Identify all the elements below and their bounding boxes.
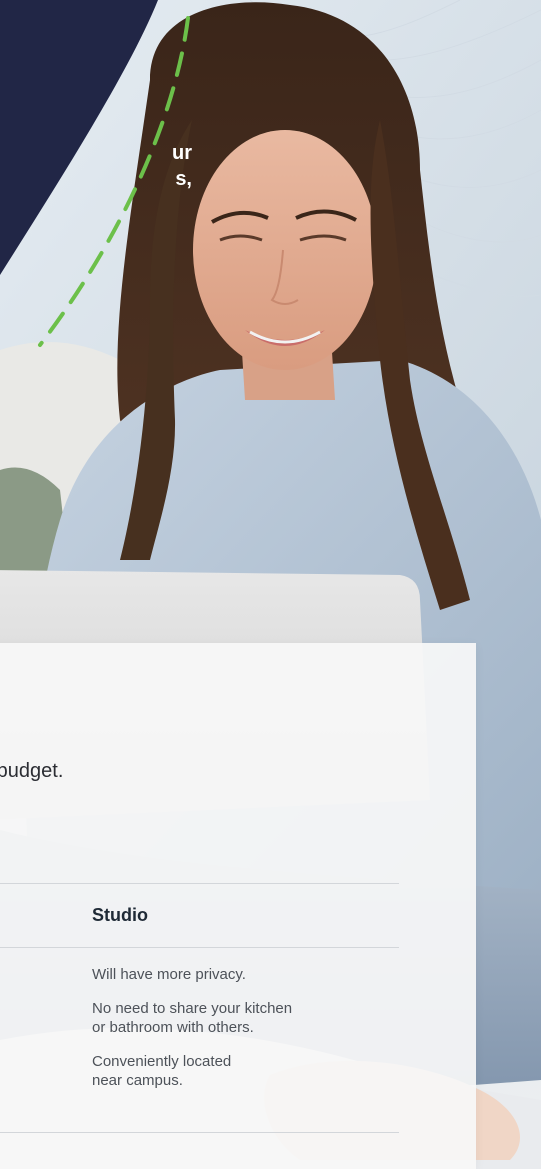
studio-benefit-text: No need to share your kitchen [92,1000,293,1017]
housing-info-card: d budget. Studio Will have more privacy.… [0,643,476,1169]
studio-benefit-text: near campus. [92,1072,183,1089]
divider-header [0,947,399,948]
page: ur s, d budget. Studio Will have more pr… [0,0,541,1169]
studio-benefit-item: Will have more privacy. [92,965,392,984]
studio-benefit-text: or bathroom with others. [92,1019,254,1036]
studio-benefit-item: Conveniently located near campus. [92,1052,392,1090]
studio-title: Studio [92,905,148,925]
divider-bottom [0,1132,399,1133]
studio-column: Studio Will have more privacy. No need t… [92,905,392,1089]
studio-benefit-text: Conveniently located [92,1053,232,1070]
divider-top [0,883,399,884]
studio-benefit-text: Will have more privacy. [92,966,246,983]
studio-benefit-item: No need to share your kitchen or bathroo… [92,999,392,1037]
card-intro-text: d budget. [0,760,64,782]
studio-benefits-list: Will have more privacy. No need to share… [92,965,392,1105]
